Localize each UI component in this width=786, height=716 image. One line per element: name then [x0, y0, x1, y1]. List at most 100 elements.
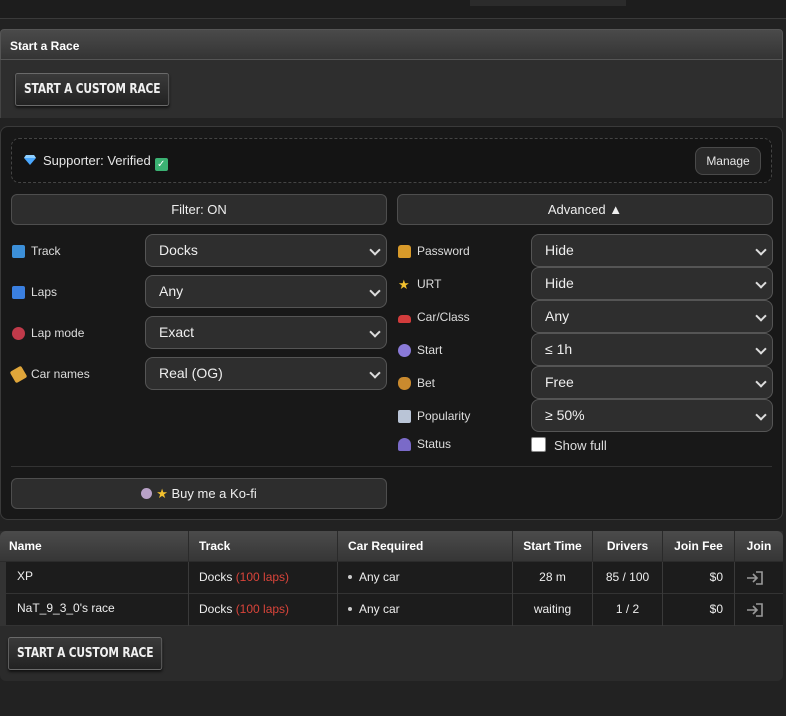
- top-strip: [0, 0, 786, 19]
- bet-select[interactable]: Free: [531, 366, 773, 399]
- popularity-value: ≥ 50%: [545, 407, 585, 423]
- bullet-icon: [348, 607, 352, 611]
- race-track: Docks (100 laps): [188, 562, 337, 594]
- join-fee: $0: [662, 562, 734, 594]
- password-label: Password: [417, 244, 470, 258]
- urt-select[interactable]: Hide: [531, 267, 773, 300]
- header-start-time[interactable]: Start Time: [512, 531, 592, 561]
- kofi-label: Buy me a Ko-fi: [171, 486, 257, 501]
- chevron-down-icon: [369, 285, 381, 297]
- chevron-down-icon: [755, 343, 767, 355]
- join-cell: [734, 594, 783, 626]
- chevron-down-icon: [755, 277, 767, 289]
- start-select[interactable]: ≤ 1h: [531, 333, 773, 366]
- car-required: Any car: [337, 594, 512, 626]
- diamond-icon: [24, 155, 36, 165]
- supporter-status: Supporter: Verified ✓: [43, 153, 168, 171]
- chart-icon: [398, 409, 411, 423]
- status-label: Status: [417, 437, 452, 451]
- drivers-count: 85 / 100: [592, 562, 662, 594]
- repeat-icon: [12, 285, 25, 299]
- car-text: Any car: [359, 570, 400, 584]
- laps-select[interactable]: Any: [145, 275, 387, 308]
- urt-filter-label: ★ URT: [398, 274, 441, 294]
- car-names-value: Real (OG): [159, 365, 223, 381]
- bet-filter-label: Bet: [398, 373, 435, 393]
- car-class-select[interactable]: Any: [531, 300, 773, 333]
- start-custom-race-button-bottom[interactable]: START A CUSTOM RACE: [8, 637, 163, 670]
- track-value: Docks: [159, 242, 198, 258]
- coffee-icon: [141, 488, 153, 499]
- status-filter-label: Status: [398, 434, 451, 454]
- car-names-filter-label: Car names: [9, 364, 90, 384]
- popularity-filter-label: Popularity: [398, 406, 470, 426]
- race-track: Docks (100 laps): [188, 594, 337, 626]
- car-text: Any car: [359, 602, 400, 616]
- row-marker: [0, 562, 6, 594]
- start-time: 28 m: [512, 562, 592, 594]
- password-select[interactable]: Hide: [531, 234, 773, 267]
- chevron-down-icon: [755, 310, 767, 322]
- header-car-required[interactable]: Car Required: [337, 531, 512, 561]
- star-icon: ★: [398, 276, 410, 292]
- start-filter-label: Start: [398, 340, 442, 360]
- chevron-down-icon: [369, 244, 381, 256]
- table-header: Name Track Car Required Start Time Drive…: [0, 531, 783, 561]
- star-icon: ★: [156, 486, 168, 501]
- supporter-label: Supporter: Verified: [43, 153, 151, 168]
- race-name: NaT_9_3_0's race: [17, 601, 115, 615]
- car-names-select[interactable]: Real (OG): [145, 357, 387, 390]
- divider: [11, 466, 772, 467]
- kofi-button[interactable]: ★ Buy me a Ko-fi: [11, 478, 387, 509]
- laps-label: Laps: [31, 285, 58, 299]
- table-row[interactable]: NaT_9_3_0's race Docks (100 laps) Any ca…: [0, 594, 783, 626]
- filter-toggle-button[interactable]: Filter: ON: [11, 194, 387, 225]
- join-icon[interactable]: [746, 571, 764, 585]
- race-name: XP: [17, 569, 34, 583]
- bet-label: Bet: [417, 376, 436, 390]
- show-full-checkbox[interactable]: [531, 437, 546, 452]
- track-select[interactable]: Docks: [145, 234, 387, 267]
- advanced-toggle-button[interactable]: Advanced ▲: [397, 194, 773, 225]
- bet-value: Free: [545, 374, 574, 390]
- header-join-fee[interactable]: Join Fee: [662, 531, 734, 561]
- chevron-down-icon: [369, 367, 381, 379]
- start-value: ≤ 1h: [545, 341, 573, 357]
- join-fee: $0: [662, 594, 734, 626]
- chevron-down-icon: [755, 409, 767, 421]
- people-icon: [398, 437, 411, 451]
- password-filter-label: Password: [398, 241, 470, 261]
- urt-label: URT: [417, 277, 442, 291]
- popularity-select[interactable]: ≥ 50%: [531, 399, 773, 432]
- popularity-label: Popularity: [417, 409, 471, 423]
- bullet-icon: [348, 575, 352, 579]
- laps-value: Any: [159, 283, 184, 299]
- manage-button[interactable]: Manage: [695, 147, 761, 175]
- section-body: START A CUSTOM RACE: [0, 60, 783, 118]
- target-icon: [12, 326, 25, 340]
- car-icon: [398, 314, 411, 323]
- track-name: Docks: [199, 602, 233, 616]
- header-drivers[interactable]: Drivers: [592, 531, 662, 561]
- race-table: Name Track Car Required Start Time Drive…: [0, 531, 783, 681]
- header-join: Join: [734, 531, 783, 561]
- chevron-down-icon: [755, 244, 767, 256]
- top-tab: [470, 0, 626, 6]
- lap-mode-select[interactable]: Exact: [145, 316, 387, 349]
- start-custom-race-button-top[interactable]: START A CUSTOM RACE: [15, 73, 170, 106]
- lap-mode-label: Lap mode: [31, 326, 85, 340]
- table-row[interactable]: XP Docks (100 laps) Any car 28 m 85 / 10…: [0, 562, 783, 594]
- tag-icon: [9, 365, 28, 383]
- header-name[interactable]: Name: [0, 531, 188, 561]
- lap-mode-filter-label: Lap mode: [12, 323, 84, 343]
- drivers-count: 1 / 2: [592, 594, 662, 626]
- section-header: Start a Race: [0, 29, 783, 60]
- header-track[interactable]: Track: [188, 531, 337, 561]
- start-label: Start: [417, 343, 443, 357]
- map-icon: [12, 244, 25, 258]
- track-label: Track: [31, 244, 61, 258]
- supporter-box: Supporter: Verified ✓ Manage: [11, 138, 772, 183]
- join-icon[interactable]: [746, 603, 764, 617]
- laps-count: (100 laps): [235, 602, 290, 616]
- show-full-label[interactable]: Show full: [554, 435, 607, 455]
